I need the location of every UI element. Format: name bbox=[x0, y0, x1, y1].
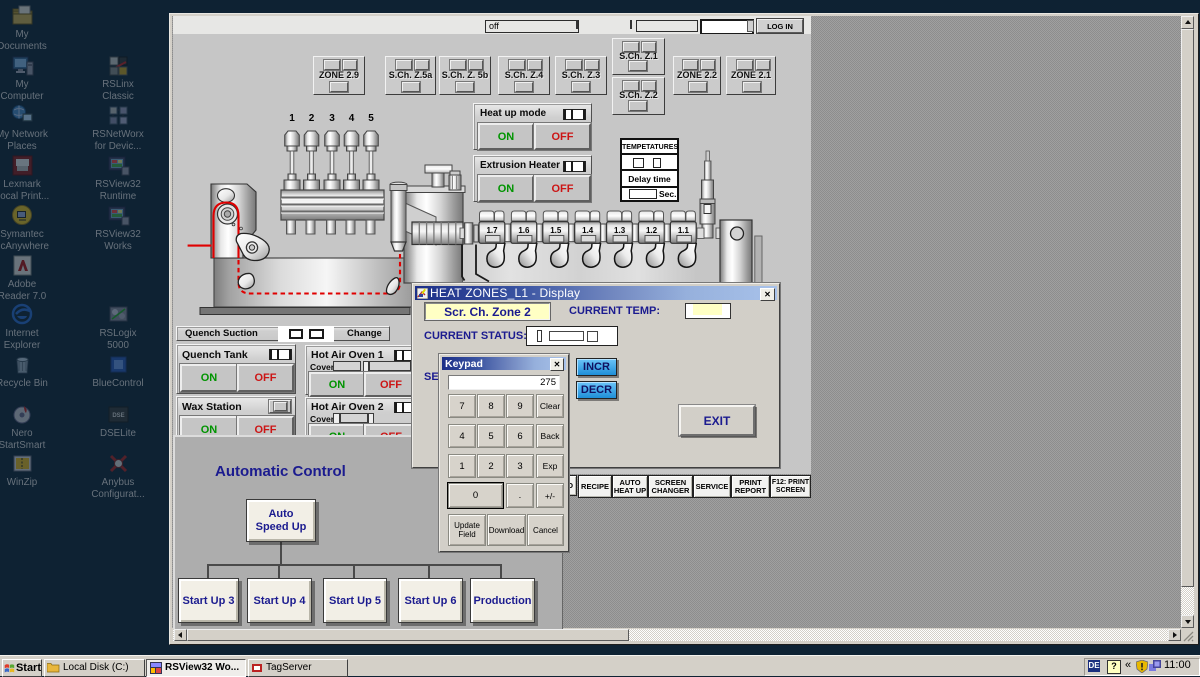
svg-text:3: 3 bbox=[329, 113, 335, 124]
svg-text:2: 2 bbox=[309, 113, 315, 124]
svg-text:1.4: 1.4 bbox=[582, 226, 594, 235]
svg-text:1.6: 1.6 bbox=[518, 226, 530, 235]
svg-text:5: 5 bbox=[368, 113, 374, 124]
svg-text:1.2: 1.2 bbox=[646, 226, 658, 235]
svg-text:1: 1 bbox=[289, 113, 295, 124]
svg-text:1.1: 1.1 bbox=[678, 226, 690, 235]
svg-text:1.3: 1.3 bbox=[614, 226, 626, 235]
svg-text:4: 4 bbox=[349, 113, 355, 124]
svg-text:1.5: 1.5 bbox=[550, 226, 562, 235]
svg-text:1.7: 1.7 bbox=[486, 226, 498, 235]
svg-text:DSE: DSE bbox=[112, 413, 124, 419]
